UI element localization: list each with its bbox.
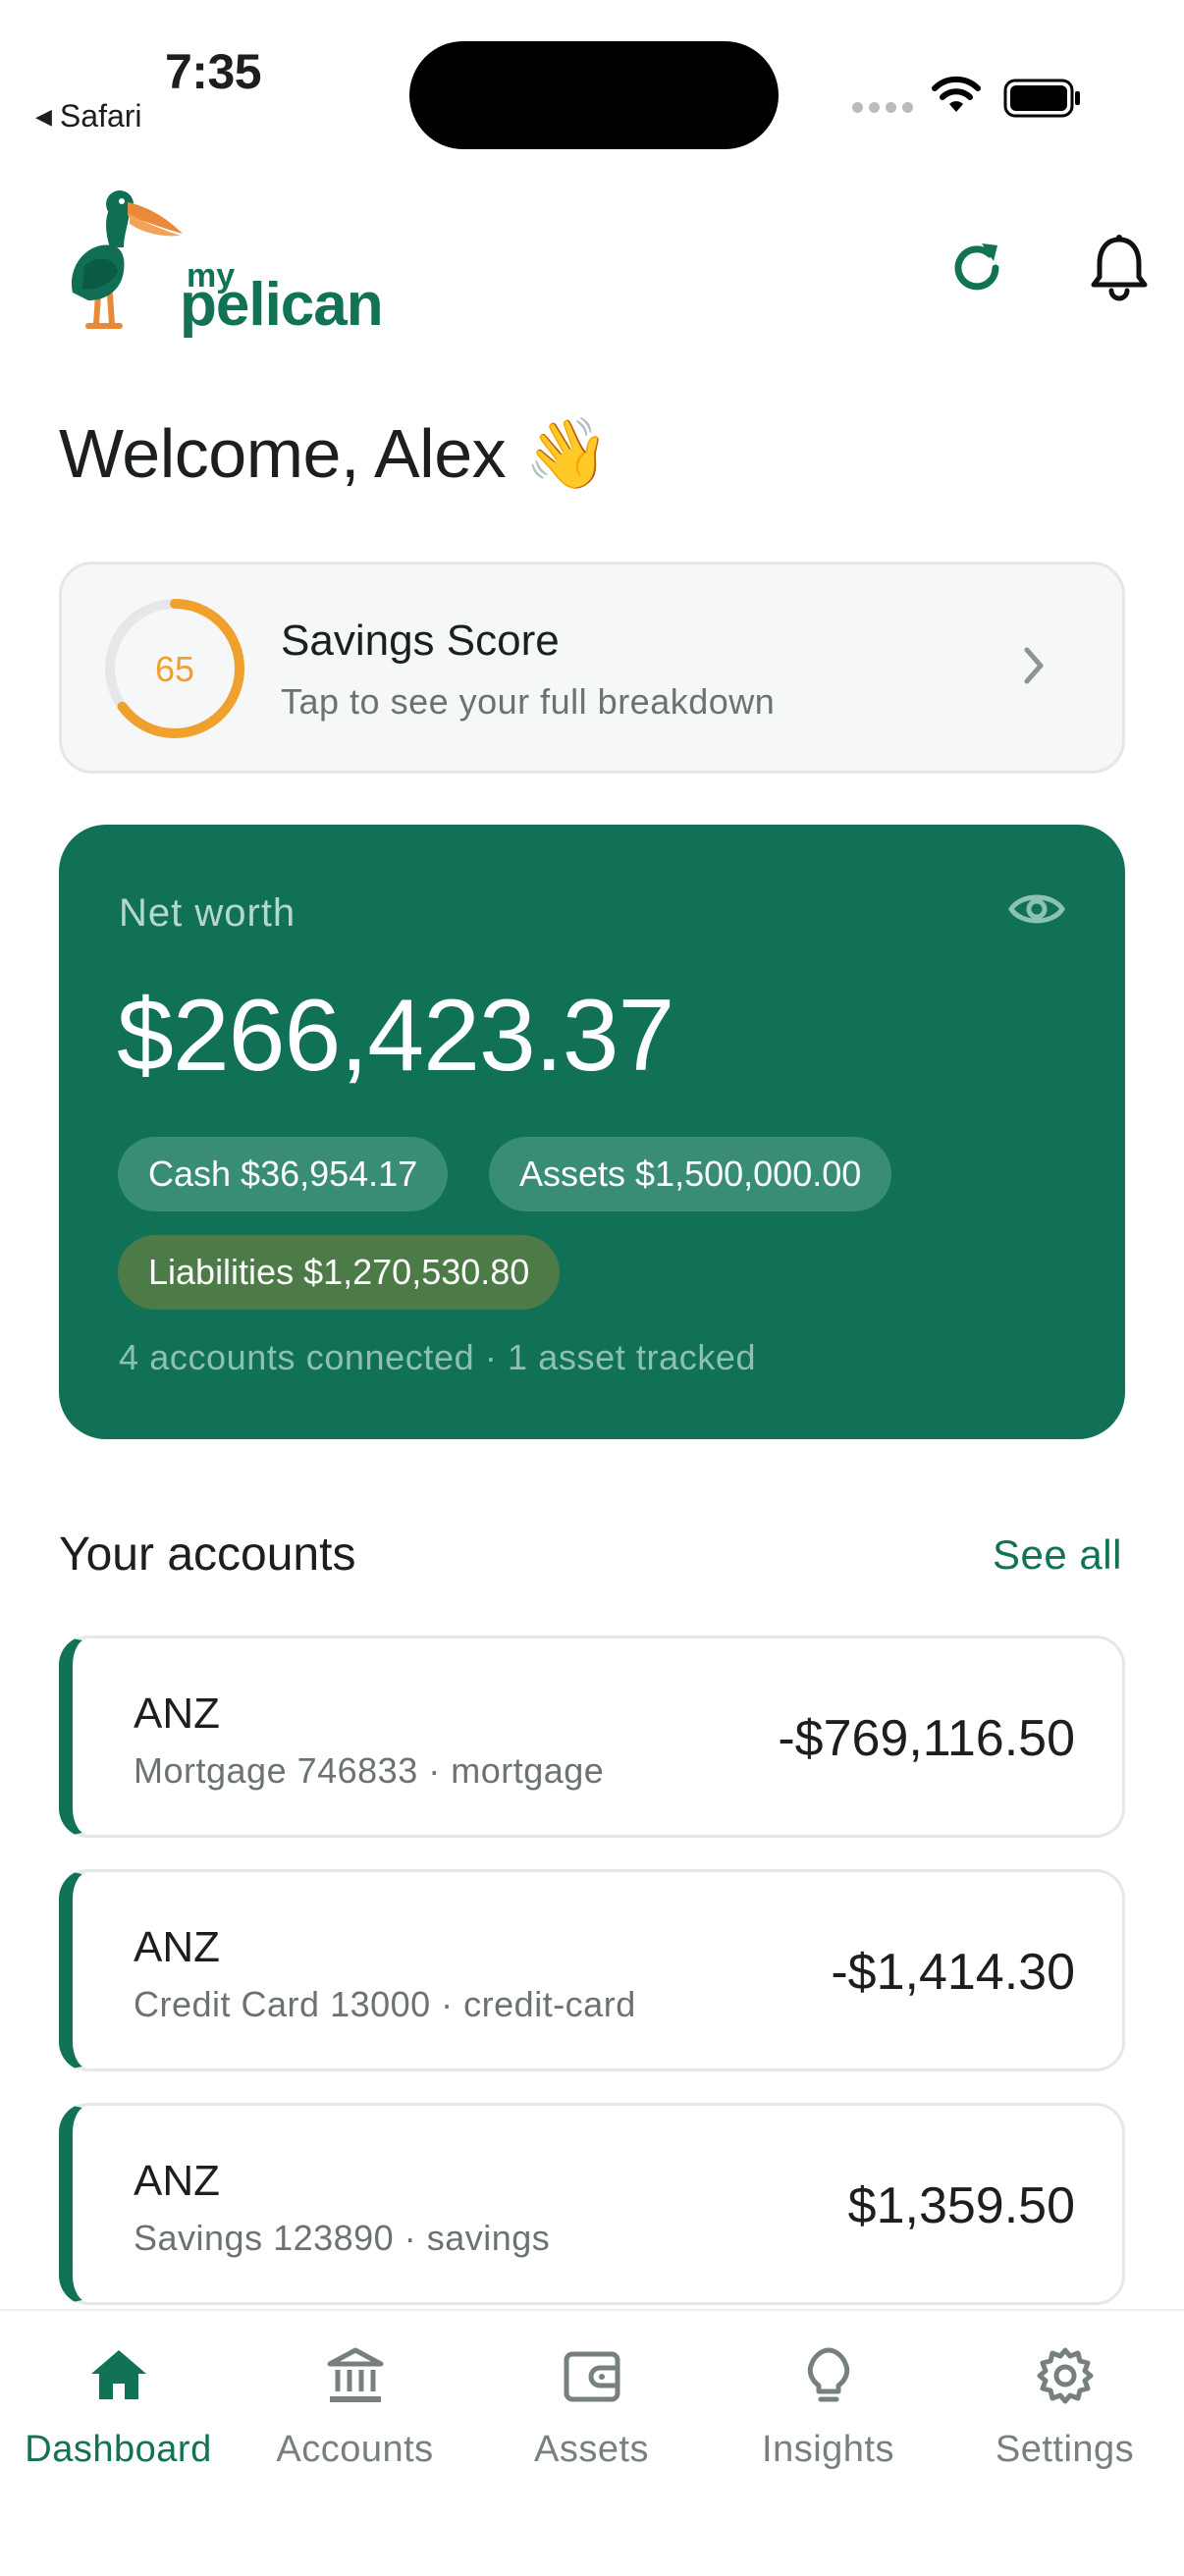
notifications-bell-icon[interactable] [1082, 230, 1157, 304]
home-icon [90, 2350, 146, 2399]
battery-icon [1003, 79, 1080, 118]
bank-icon [327, 2347, 383, 2402]
account-details: Savings 123890 · savings [134, 2218, 551, 2258]
back-triangle-icon: ◀ [35, 103, 52, 129]
back-app-label: Safari [59, 98, 142, 134]
tab-label: Assets [533, 2429, 650, 2470]
savings-score-subtitle: Tap to see your full breakdown [281, 681, 776, 722]
wallet-icon [564, 2351, 619, 2402]
lightbulb-icon [807, 2347, 849, 2402]
refresh-icon[interactable] [941, 232, 1013, 304]
net-worth-footer: 4 accounts connected · 1 asset tracked [119, 1337, 757, 1377]
savings-score-title: Savings Score [281, 617, 560, 665]
tab-label: Dashboard [25, 2429, 212, 2470]
accounts-section-title: Your accounts [59, 1529, 356, 1581]
liabilities-pill: Liabilities $1,270,530.80 [118, 1235, 561, 1310]
account-card[interactable]: ANZ Mortgage 746833 · mortgage -$769,116… [59, 1636, 1125, 1838]
bottom-tab-bar: Dashboard Accounts Assets Insights Setti… [0, 2309, 1184, 2576]
savings-score-ring: 65 [105, 599, 244, 738]
account-balance: $1,359.50 [847, 2177, 1075, 2234]
chevron-right-icon [1024, 647, 1044, 684]
net-worth-label: Net worth [119, 891, 296, 935]
logo-wordmark: pelican [180, 271, 384, 339]
welcome-text: Welcome, Alex [59, 415, 507, 492]
back-to-safari-link[interactable]: ◀ Safari [35, 98, 142, 134]
see-all-link[interactable]: See all [993, 1531, 1122, 1579]
account-bank: ANZ [134, 1690, 220, 1738]
dynamic-island [409, 41, 779, 149]
eye-icon[interactable] [1007, 887, 1066, 931]
net-worth-value: $266,423.37 [117, 979, 674, 1093]
tab-label: Insights [762, 2429, 894, 2470]
account-bank: ANZ [134, 1923, 220, 1971]
wifi-icon [932, 76, 981, 112]
account-details: Credit Card 13000 · credit-card [134, 1984, 636, 2024]
savings-score-value: 65 [155, 649, 194, 689]
tab-label: Accounts [276, 2429, 434, 2470]
gear-icon [1037, 2347, 1093, 2404]
status-time: 7:35 [165, 44, 262, 99]
account-card[interactable]: ANZ Savings 123890 · savings $1,359.50 [59, 2103, 1125, 2305]
account-bank: ANZ [134, 2157, 220, 2205]
cash-pill: Cash $36,954.17 [118, 1137, 449, 1211]
account-balance: -$769,116.50 [778, 1710, 1075, 1767]
cellular-signal-icon [852, 102, 913, 113]
waving-hand-emoji: 👋 [524, 415, 610, 492]
tab-label: Settings [995, 2429, 1135, 2470]
welcome-heading: Welcome, Alex 👋 [59, 414, 610, 495]
assets-pill: Assets $1,500,000.00 [489, 1137, 892, 1211]
account-balance: -$1,414.30 [831, 1944, 1075, 2001]
account-card[interactable]: ANZ Credit Card 13000 · credit-card -$1,… [59, 1869, 1125, 2071]
account-details: Mortgage 746833 · mortgage [134, 1750, 605, 1791]
